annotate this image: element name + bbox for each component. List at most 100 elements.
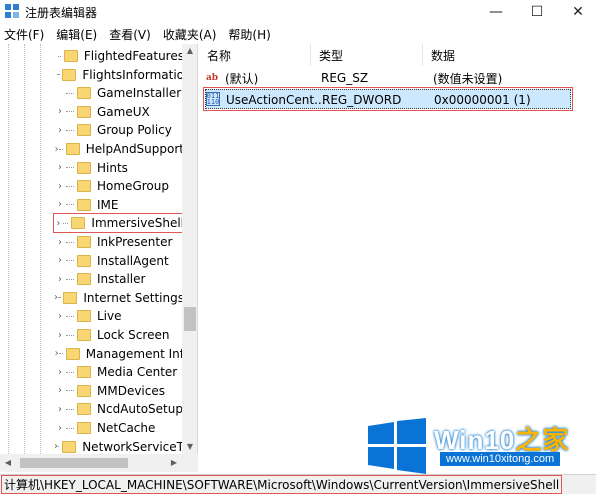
chevron-right-icon[interactable]: ›	[54, 199, 66, 210]
chevron-right-icon[interactable]: ›	[54, 181, 66, 192]
tree-connector	[66, 241, 74, 243]
folder-icon	[65, 143, 80, 155]
tree-connector	[66, 427, 74, 429]
tree-item[interactable]: › MMDevices	[54, 382, 184, 400]
tree-horizontal-scrollbar[interactable]: ◀ ▶	[0, 454, 198, 472]
tree-item-label: Media Center	[97, 365, 178, 380]
tree-item[interactable]: › NetCache	[54, 419, 184, 437]
tree-item-label: GameUX	[97, 104, 150, 119]
minimize-button[interactable]: —	[478, 0, 514, 24]
tree-connector	[66, 260, 74, 262]
scroll-thumb[interactable]	[184, 307, 196, 331]
chevron-right-icon[interactable]: ›	[54, 274, 66, 285]
menu-help[interactable]: 帮助(H)	[228, 26, 270, 43]
tree-connector	[66, 371, 74, 373]
tree-item[interactable]: › Internet Settings	[54, 289, 184, 307]
values-list[interactable]: 名称 类型 数据 ab (默认) REG_SZ (数值未设置) 011 110 U…	[199, 44, 596, 472]
tree-item-label: Live	[97, 309, 122, 324]
tree-item-label: GameInstaller	[97, 86, 182, 101]
chevron-right-icon[interactable]: ›	[54, 218, 63, 229]
menu-bar: 文件(F) 编辑(E) 查看(V) 收藏夹(A) 帮助(H)	[0, 24, 596, 44]
chevron-right-icon[interactable]: ›	[54, 311, 66, 322]
tree-connector	[58, 446, 60, 448]
column-header-type[interactable]: 类型	[311, 44, 423, 66]
scroll-right-icon[interactable]: ▶	[166, 454, 182, 472]
chevron-right-icon[interactable]: ›	[54, 255, 66, 266]
chevron-right-icon[interactable]: ›	[54, 330, 66, 341]
tree-item-label: IME	[97, 197, 119, 212]
maximize-icon: ☐	[530, 4, 544, 20]
close-button[interactable]: ✕	[560, 0, 596, 24]
chevron-right-icon[interactable]: ›	[54, 385, 66, 396]
tree-item[interactable]: › GameUX	[54, 103, 184, 121]
scroll-left-icon[interactable]: ◀	[0, 454, 16, 472]
value-row-useactioncenter[interactable]: 011 110 UseActionCent... REG_DWORD 0x0000…	[203, 87, 573, 111]
tree-item-label: Internet Settings	[83, 290, 184, 305]
tree-item[interactable]: › ImmersiveShell	[53, 213, 185, 234]
value-row-default[interactable]: ab (默认) REG_SZ (数值未设置)	[205, 68, 571, 88]
folder-icon	[71, 217, 86, 230]
folder-icon	[77, 105, 91, 118]
tree-guide-line	[8, 44, 9, 454]
registry-path: 计算机\HKEY_LOCAL_MACHINE\SOFTWARE\Microsof…	[0, 475, 563, 494]
menu-favorites[interactable]: 收藏夹(A)	[163, 26, 217, 43]
tree-connector	[57, 74, 60, 76]
tree-item[interactable]: › Group Policy	[54, 121, 184, 139]
tree-guide-line	[40, 44, 41, 454]
tree-item[interactable]: › Live	[54, 307, 184, 325]
tree-item[interactable]: GameInstaller	[54, 84, 184, 102]
tree-item[interactable]: FlightedFeatures	[54, 47, 184, 65]
chevron-right-icon[interactable]: ›	[54, 162, 66, 173]
tree-connector	[66, 204, 74, 206]
column-header-data[interactable]: 数据	[423, 44, 543, 66]
tree-item[interactable]: › NcdAutoSetup	[54, 400, 184, 418]
scroll-thumb-horizontal[interactable]	[20, 458, 128, 468]
close-icon: ✕	[572, 4, 584, 20]
tree-item[interactable]: › Lock Screen	[54, 326, 184, 344]
scroll-up-icon[interactable]: ▲	[182, 44, 197, 58]
folder-icon	[77, 422, 91, 434]
tree-item-label: HelpAndSupport	[85, 142, 184, 156]
tree-connector	[59, 148, 63, 150]
chevron-right-icon[interactable]: ›	[54, 367, 66, 378]
folder-icon	[77, 254, 91, 267]
chevron-right-icon[interactable]: ›	[54, 125, 66, 136]
tree-item-label: NetworkServiceT	[82, 439, 184, 454]
value-data: 0x00000001 (1)	[434, 93, 531, 107]
tree-item[interactable]: › HelpAndSupport	[54, 140, 184, 158]
tree-connector	[66, 315, 74, 317]
tree-vertical-scrollbar[interactable]: ▲ ▼	[182, 44, 197, 454]
tree-item[interactable]: › Management Inf	[54, 345, 184, 363]
tree-item[interactable]: › InstallAgent	[54, 252, 184, 270]
tree-item[interactable]: › Media Center	[54, 363, 184, 381]
menu-edit[interactable]: 编辑(E)	[56, 26, 97, 43]
folder-icon	[77, 366, 91, 379]
maximize-button[interactable]: ☐	[519, 0, 555, 24]
tree-connector	[66, 92, 74, 94]
tree-item[interactable]: › Installer	[54, 270, 184, 288]
value-name: (默认)	[225, 71, 259, 86]
chevron-right-icon[interactable]: ›	[54, 106, 66, 117]
folder-icon	[62, 68, 77, 81]
tree-item-label: InstallAgent	[97, 253, 169, 268]
menu-view[interactable]: 查看(V)	[109, 26, 151, 43]
tree-item[interactable]: FlightsInformatio	[54, 66, 184, 84]
chevron-right-icon[interactable]: ›	[54, 237, 66, 248]
tree-item[interactable]: › IME	[54, 196, 184, 214]
folder-icon	[77, 180, 91, 193]
chevron-right-icon[interactable]: ›	[54, 404, 66, 415]
folder-icon	[65, 347, 80, 360]
tree-item[interactable]: › Hints	[54, 159, 184, 177]
chevron-right-icon[interactable]: ›	[54, 423, 66, 434]
menu-file[interactable]: 文件(F)	[4, 26, 44, 43]
tree-item[interactable]: › InkPresenter	[54, 233, 184, 251]
folder-icon	[63, 291, 78, 304]
scroll-down-icon[interactable]: ▼	[182, 440, 197, 454]
folder-icon	[63, 50, 78, 62]
tree-item[interactable]: › NetworkServiceT	[54, 438, 184, 454]
column-header-name[interactable]: 名称	[199, 44, 311, 66]
brand-name: Win10	[434, 425, 516, 455]
tree-connector	[66, 390, 74, 392]
registry-tree[interactable]: FlightedFeatures FlightsInformatio GameIns…	[0, 44, 198, 454]
tree-item[interactable]: › HomeGroup	[54, 177, 184, 195]
